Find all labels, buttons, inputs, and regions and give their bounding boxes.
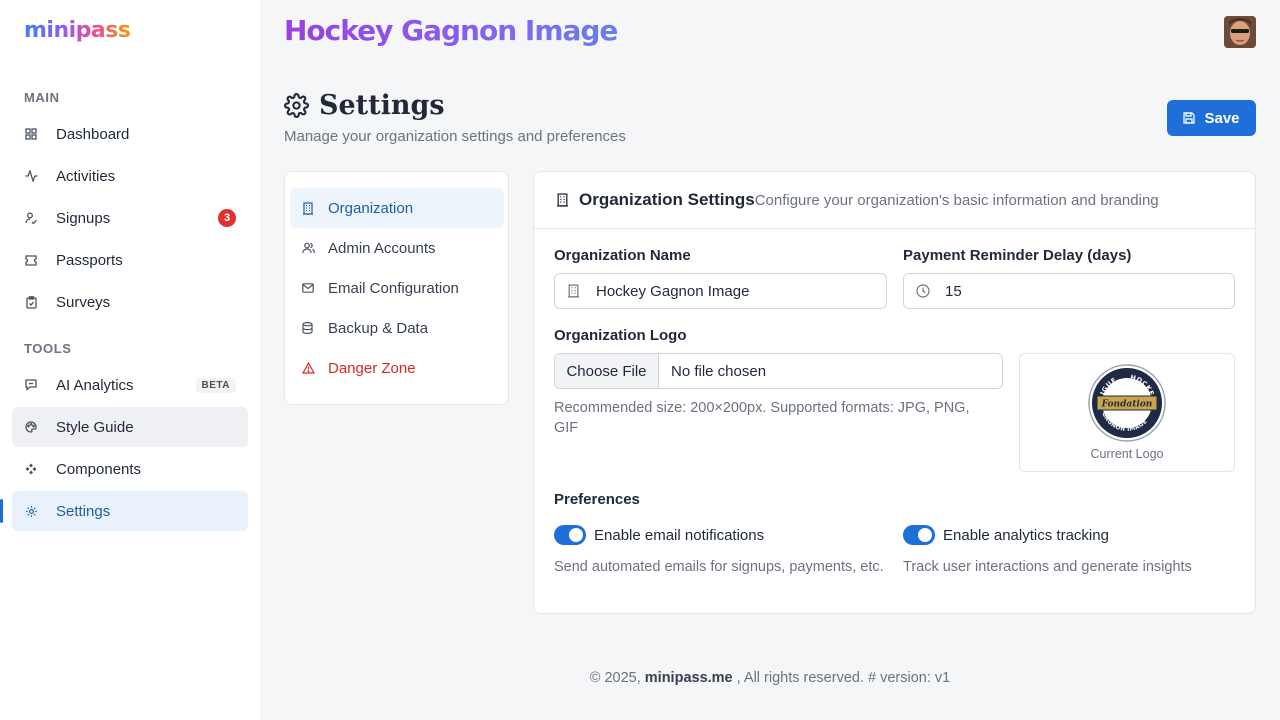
sidebar-item-activities[interactable]: Activities (12, 156, 248, 196)
sidebar-item-surveys[interactable]: Surveys (12, 282, 248, 322)
settings-tab-email-configuration[interactable]: Email Configuration (290, 268, 504, 308)
choose-file-button[interactable]: Choose File (555, 354, 659, 388)
sidebar-item-label: Settings (56, 502, 111, 520)
organization-settings-card: Organization Settings Configure your org… (533, 171, 1256, 614)
building-icon (567, 284, 583, 298)
chat-icon (24, 378, 38, 392)
footer-brand-link[interactable]: minipass.me (645, 670, 733, 686)
sidebar-item-components[interactable]: Components (12, 449, 248, 489)
toggle-knob (918, 528, 932, 542)
organization-title: Hockey Gagnon Image (284, 14, 618, 47)
settings-nav: Organization Admin Accounts Email Config… (284, 171, 509, 405)
organization-logo-image: LIGUE HOCKEY GAGNON IMAGE Fondation (1088, 364, 1166, 442)
sidebar-item-label: Passports (56, 251, 123, 269)
settings-tab-label: Email Configuration (328, 279, 459, 297)
svg-text:Fondation: Fondation (1101, 400, 1153, 410)
email-notifications-toggle[interactable] (554, 525, 586, 545)
card-description: Configure your organization's basic info… (754, 191, 1159, 209)
page-subtitle: Manage your organization settings and pr… (284, 128, 626, 145)
org-name-value: Hockey Gagnon Image (596, 282, 750, 300)
gear-icon (24, 504, 38, 518)
reminder-delay-label: Payment Reminder Delay (days) (903, 247, 1132, 264)
ticket-icon (24, 253, 38, 267)
save-icon (1183, 112, 1196, 124)
analytics-tracking-toggle[interactable] (903, 525, 935, 545)
toggle-knob (569, 528, 583, 542)
palette-icon (24, 420, 38, 434)
logo-help-text: Recommended size: 200×200px. Supported f… (554, 400, 970, 436)
settings-tab-label: Backup & Data (328, 319, 429, 337)
settings-tab-backup-data[interactable]: Backup & Data (290, 308, 504, 348)
sidebar-item-style-guide[interactable]: Style Guide (12, 407, 248, 447)
settings-tab-label: Admin Accounts (328, 239, 436, 257)
save-button-label: Save (1204, 109, 1240, 127)
email-notifications-row: Enable email notifications (554, 525, 764, 545)
sidebar-item-signups[interactable]: Signups 3 (12, 198, 248, 238)
card-header: Organization Settings Configure your org… (534, 172, 1255, 229)
building-icon (302, 201, 316, 215)
logo-file-input[interactable]: Choose File No file chosen (554, 353, 1003, 389)
card-title: Organization Settings (579, 190, 755, 209)
current-logo-caption: Current Logo (1090, 447, 1164, 461)
current-logo-preview: LIGUE HOCKEY GAGNON IMAGE Fondation Curr… (1019, 353, 1235, 472)
footer: © 2025, minipass.me , All rights reserve… (260, 670, 1280, 686)
org-name-input[interactable]: Hockey Gagnon Image (554, 273, 887, 309)
org-logo-label: Organization Logo (554, 327, 687, 344)
sidebar-item-label: Surveys (56, 293, 111, 311)
building-icon (556, 193, 569, 207)
sidebar-item-label: AI Analytics (56, 376, 134, 394)
sidebar-item-ai-analytics[interactable]: AI Analytics BETA (12, 365, 248, 405)
email-notifications-label: Enable email notifications (594, 526, 765, 544)
sidebar-item-label: Dashboard (56, 125, 130, 143)
users-icon (302, 241, 316, 255)
gear-icon (284, 93, 309, 118)
beta-badge: BETA (195, 377, 236, 393)
database-icon (302, 321, 316, 335)
active-indicator (0, 499, 3, 523)
reminder-delay-value: 15 (945, 282, 962, 300)
settings-tab-label: Organization (328, 199, 414, 217)
signup-icon (24, 211, 38, 225)
file-status: No file chosen (671, 362, 767, 380)
preferences-heading: Preferences (554, 491, 640, 508)
sidebar-item-passports[interactable]: Passports (12, 240, 248, 280)
footer-rights: , All rights reserved. # version: v1 (736, 670, 951, 686)
analytics-tracking-label: Enable analytics tracking (943, 526, 1109, 544)
sidebar-item-label: Signups (56, 209, 111, 227)
clock-icon (916, 284, 932, 298)
sidebar-item-label: Activities (56, 167, 116, 185)
user-avatar[interactable] (1224, 16, 1256, 48)
mail-icon (302, 281, 316, 295)
save-button[interactable]: Save (1167, 100, 1256, 136)
signups-count-badge: 3 (218, 209, 236, 227)
app-logo[interactable]: minipass (24, 18, 131, 43)
warning-icon (302, 361, 316, 375)
sidebar-item-dashboard[interactable]: Dashboard (12, 114, 248, 154)
clipboard-icon (24, 295, 38, 309)
page-title-row: Settings (284, 90, 445, 121)
settings-tab-organization[interactable]: Organization (290, 188, 504, 228)
sidebar-section-main: MAIN (24, 90, 60, 105)
email-notifications-description: Send automated emails for signups, payme… (554, 559, 884, 575)
settings-tab-admin-accounts[interactable]: Admin Accounts (290, 228, 504, 268)
sidebar-item-settings[interactable]: Settings (0, 491, 248, 531)
footer-copyright: © 2025, (589, 670, 641, 686)
sidebar: minipass MAIN Dashboard Activities Signu… (0, 0, 260, 720)
sidebar-item-label: Components (56, 460, 142, 478)
settings-tab-danger-zone[interactable]: Danger Zone (290, 348, 504, 388)
org-name-label: Organization Name (554, 247, 691, 264)
page-title: Settings (319, 90, 445, 121)
components-icon (24, 462, 38, 476)
settings-tab-label: Danger Zone (328, 359, 416, 377)
sidebar-section-tools: TOOLS (24, 341, 72, 356)
activity-icon (24, 169, 38, 183)
analytics-tracking-row: Enable analytics tracking (903, 525, 1109, 545)
analytics-tracking-description: Track user interactions and generate ins… (903, 559, 1192, 575)
sidebar-item-label: Style Guide (56, 418, 134, 436)
reminder-delay-input[interactable]: 15 (903, 273, 1235, 309)
grid-icon (24, 127, 38, 141)
